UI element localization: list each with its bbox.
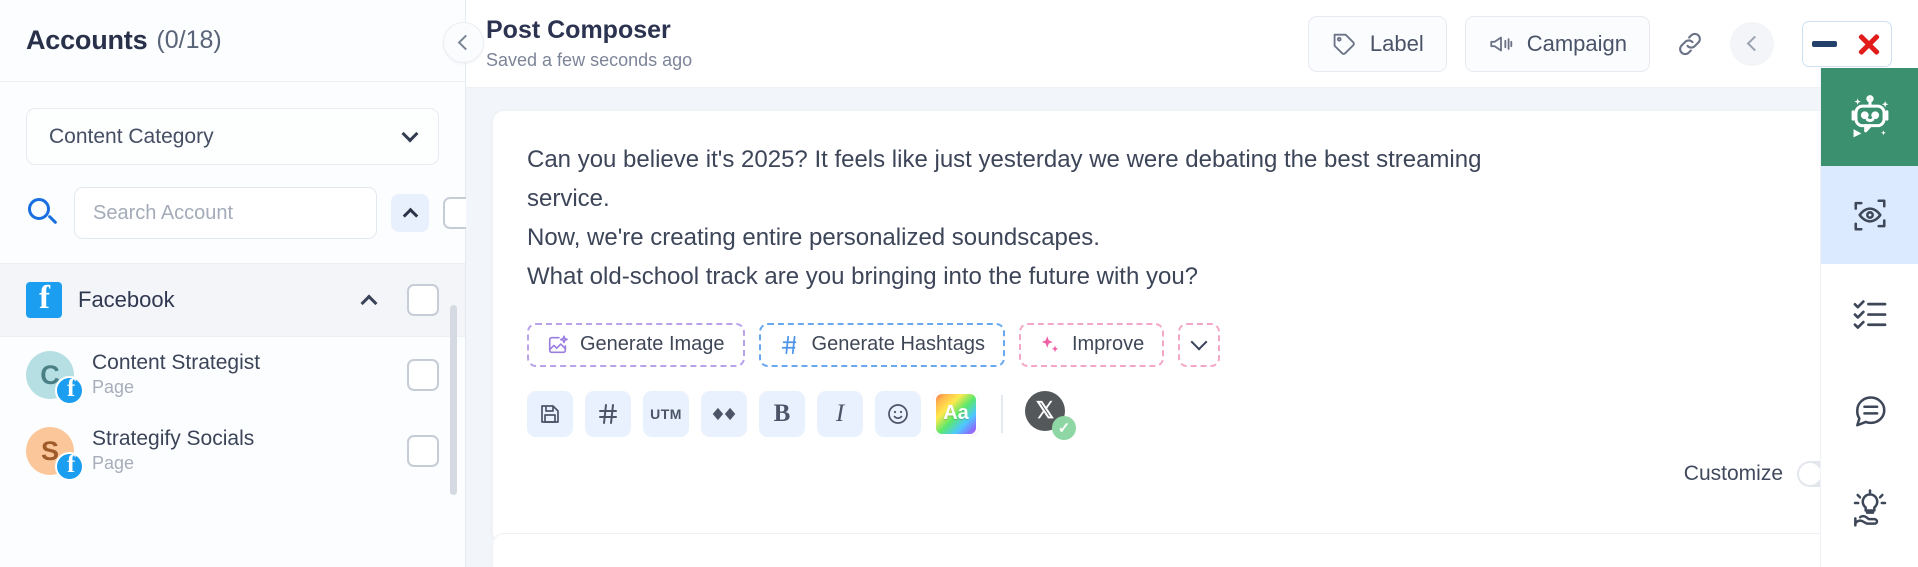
list-item[interactable]: C Content Strategist Page xyxy=(0,337,465,413)
accounts-sidebar: Accounts (0/18) Content Category Search … xyxy=(0,0,484,567)
account-type: Page xyxy=(92,377,135,398)
hashtag-sparkle-icon xyxy=(779,334,801,356)
account-checkbox[interactable] xyxy=(407,435,439,467)
account-search-row xyxy=(0,165,475,263)
content-category-select[interactable]: Content Category xyxy=(26,108,439,165)
post-line: Now, we're creating entire personalized … xyxy=(527,223,1100,251)
verified-badge-icon xyxy=(1052,415,1076,440)
image-sparkle-icon xyxy=(547,334,569,356)
facebook-icon xyxy=(26,280,62,318)
link-icon[interactable] xyxy=(1668,22,1712,66)
top-actions: Label Campaign xyxy=(1307,15,1918,72)
post-line: Can you believe it's 2025? It feels like… xyxy=(527,146,1482,212)
post-line: What old-school track are you bringing i… xyxy=(527,262,1199,290)
collapse-accounts-button[interactable] xyxy=(391,194,429,232)
network-group-label: Facebook xyxy=(78,287,175,312)
font-color-icon[interactable]: Aa xyxy=(933,390,979,437)
checklist-icon xyxy=(1851,294,1889,332)
chevron-left-icon xyxy=(457,34,474,51)
campaign-button-text: Campaign xyxy=(1526,30,1627,56)
label-button-text: Label xyxy=(1369,30,1424,56)
chevron-down-icon xyxy=(1190,333,1208,351)
window-controls xyxy=(1802,20,1892,67)
rail-item-ideas[interactable] xyxy=(1821,460,1918,558)
save-status: Saved a few seconds ago xyxy=(486,49,693,70)
improve-button[interactable]: Improve xyxy=(1018,322,1165,367)
minimize-icon[interactable] xyxy=(1812,40,1838,47)
save-icon[interactable] xyxy=(527,390,573,437)
composer-area: Can you believe it's 2025? It feels like… xyxy=(466,88,1918,567)
post-editor-card: Can you believe it's 2025? It feels like… xyxy=(492,110,1892,544)
post-text[interactable]: Can you believe it's 2025? It feels like… xyxy=(493,111,1583,297)
chevron-left-icon xyxy=(1746,35,1762,52)
generate-image-label: Generate Image xyxy=(580,333,725,355)
avatar[interactable]: 𝕏 xyxy=(1025,390,1076,440)
tag-icon xyxy=(1331,31,1357,57)
rail-item-preview[interactable] xyxy=(1821,166,1918,264)
account-name: Content Strategist xyxy=(92,351,261,375)
ai-more-options-button[interactable] xyxy=(1178,322,1221,367)
composer-title: Post Composer xyxy=(486,16,671,45)
generate-image-button[interactable]: Generate Image xyxy=(527,322,745,367)
composer-title-block: Post Composer Saved a few seconds ago xyxy=(486,16,1308,71)
account-type: Page xyxy=(92,453,135,474)
search-input[interactable] xyxy=(74,187,377,239)
sidebar-collapse-button[interactable] xyxy=(443,22,484,63)
list-item[interactable]: S Strategify Socials Page xyxy=(0,413,465,489)
improve-label: Improve xyxy=(1071,333,1145,355)
facebook-badge-icon xyxy=(55,451,84,481)
right-rail xyxy=(1820,68,1918,567)
chevron-up-icon xyxy=(402,207,418,223)
main-panel: Post Composer Saved a few seconds ago La… xyxy=(466,0,1918,567)
sparkles-icon xyxy=(1039,334,1061,356)
account-checkbox[interactable] xyxy=(407,359,439,391)
accounts-count: (0/18) xyxy=(156,26,222,54)
top-toolbar: Post Composer Saved a few seconds ago La… xyxy=(466,0,1918,88)
generate-hashtags-button[interactable]: Generate Hashtags xyxy=(758,322,1005,367)
page-title: Accounts xyxy=(26,25,148,55)
account-info: Content Strategist Page xyxy=(92,350,389,400)
label-button[interactable]: Label xyxy=(1307,15,1447,72)
search-icon[interactable] xyxy=(26,196,60,230)
toolbar-divider xyxy=(1001,394,1003,433)
network-group-checkbox[interactable] xyxy=(407,284,439,316)
chevron-up-icon[interactable] xyxy=(360,294,378,311)
megaphone-icon xyxy=(1488,31,1514,57)
sidebar-body: Content Category Facebook xyxy=(0,108,475,489)
rail-item-ai-assistant[interactable] xyxy=(1821,68,1918,166)
close-icon[interactable] xyxy=(1856,31,1882,57)
ai-action-row: Generate Image Generate Hashtags Improve xyxy=(493,297,1891,367)
panel-collapse-button[interactable] xyxy=(1730,21,1774,66)
sidebar-header: Accounts (0/18) xyxy=(0,0,465,82)
comments-icon xyxy=(1851,392,1889,430)
avatar: S xyxy=(26,427,84,481)
sidebar-scrollbar[interactable] xyxy=(450,305,457,495)
post-composer-app: Accounts (0/18) Content Category Search … xyxy=(0,0,1918,567)
italic-icon[interactable]: I xyxy=(817,390,863,437)
generate-hashtags-label: Generate Hashtags xyxy=(811,333,985,355)
facebook-badge-icon xyxy=(55,375,84,405)
idea-bulb-icon xyxy=(1850,489,1890,529)
customize-label: Customize xyxy=(1683,462,1783,485)
formatting-toolbar: UTM B I Aa 𝕏 ✓ xyxy=(493,367,1891,440)
ai-assistant-icon xyxy=(1844,91,1896,143)
avatar: C xyxy=(26,351,84,405)
rail-item-comments[interactable] xyxy=(1821,362,1918,460)
shorten-link-icon[interactable] xyxy=(701,390,747,437)
preview-eye-icon xyxy=(1851,196,1889,234)
rail-item-checklist[interactable] xyxy=(1821,264,1918,362)
content-category-label: Content Category xyxy=(49,124,214,148)
campaign-button[interactable]: Campaign xyxy=(1464,15,1650,72)
emoji-icon[interactable] xyxy=(875,390,921,437)
chevron-down-icon xyxy=(401,125,419,142)
hashtag-icon[interactable] xyxy=(585,390,631,437)
account-info: Strategify Socials Page xyxy=(92,426,389,476)
network-group-facebook[interactable]: Facebook xyxy=(0,263,465,337)
next-section-card xyxy=(492,533,1892,567)
utm-icon[interactable]: UTM xyxy=(643,390,689,437)
account-name: Strategify Socials xyxy=(92,427,255,451)
bold-icon[interactable]: B xyxy=(759,390,805,437)
